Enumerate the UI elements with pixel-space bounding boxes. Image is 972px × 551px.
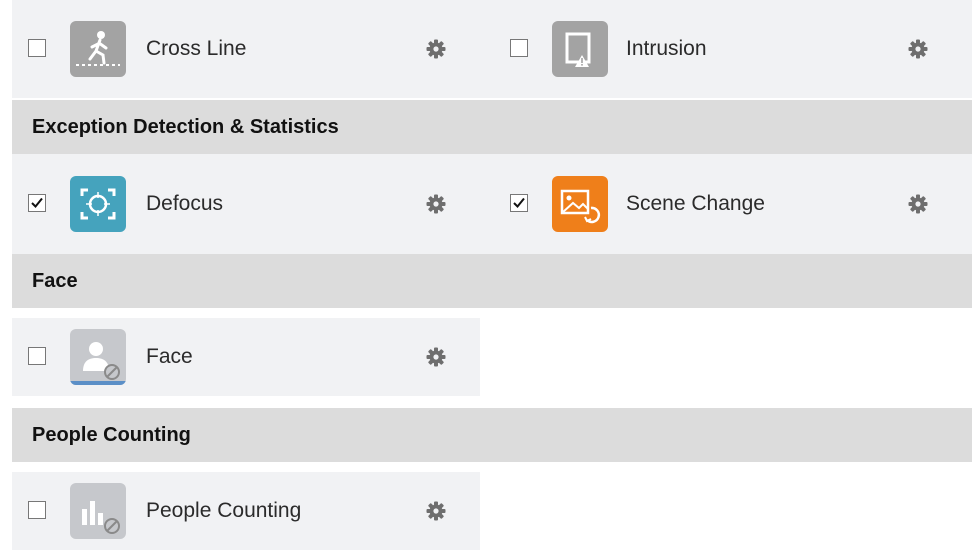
people-counting-disabled-icon — [70, 483, 126, 539]
event-cell-cross-line: Cross Line — [12, 0, 480, 98]
section-title: People Counting — [32, 423, 191, 446]
event-row-people-counting: People Counting — [12, 472, 972, 550]
section-header-exception-detection[interactable]: Exception Detection & Statistics — [12, 100, 972, 154]
scene-change-checkbox[interactable] — [510, 194, 528, 212]
cross-line-icon — [70, 21, 126, 77]
cross-line-label: Cross Line — [146, 37, 247, 60]
intrusion-icon — [552, 21, 608, 77]
smart-event-panel: Cross Line Intrusion Exception Detection… — [0, 0, 972, 551]
gear-icon[interactable] — [426, 39, 446, 59]
checkmark-icon — [513, 197, 525, 208]
face-checkbox[interactable] — [28, 347, 46, 365]
event-row-face: Face — [12, 318, 972, 396]
event-cell-scene-change: Scene Change — [480, 154, 972, 254]
face-disabled-icon — [70, 329, 126, 385]
event-row-behavior: Cross Line Intrusion — [12, 0, 972, 98]
intrusion-checkbox[interactable] — [510, 39, 528, 57]
checkmark-icon — [31, 197, 43, 208]
gear-icon[interactable] — [426, 501, 446, 521]
section-title: Face — [32, 269, 78, 292]
scene-change-label: Scene Change — [626, 192, 765, 215]
gear-icon[interactable] — [426, 194, 446, 214]
gear-icon[interactable] — [908, 39, 928, 59]
section-header-people-counting[interactable]: People Counting — [12, 408, 972, 462]
people-counting-checkbox[interactable] — [28, 501, 46, 519]
event-row-exception: Defocus Scene Change — [12, 154, 972, 254]
cross-line-checkbox[interactable] — [28, 39, 46, 57]
gear-icon[interactable] — [908, 194, 928, 214]
defocus-checkbox[interactable] — [28, 194, 46, 212]
event-cell-intrusion: Intrusion — [480, 0, 972, 98]
empty-cell — [480, 318, 972, 396]
empty-cell — [480, 472, 972, 550]
intrusion-label: Intrusion — [626, 37, 707, 60]
face-label: Face — [146, 345, 193, 368]
event-cell-defocus: Defocus — [12, 154, 480, 254]
defocus-label: Defocus — [146, 192, 224, 215]
section-header-face[interactable]: Face — [12, 254, 972, 308]
scene-change-icon — [552, 176, 608, 232]
section-title: Exception Detection & Statistics — [32, 115, 339, 138]
event-cell-people-counting: People Counting — [12, 472, 480, 550]
defocus-icon — [70, 176, 126, 232]
gear-icon[interactable] — [426, 347, 446, 367]
event-cell-face: Face — [12, 318, 480, 396]
people-counting-label: People Counting — [146, 499, 302, 522]
